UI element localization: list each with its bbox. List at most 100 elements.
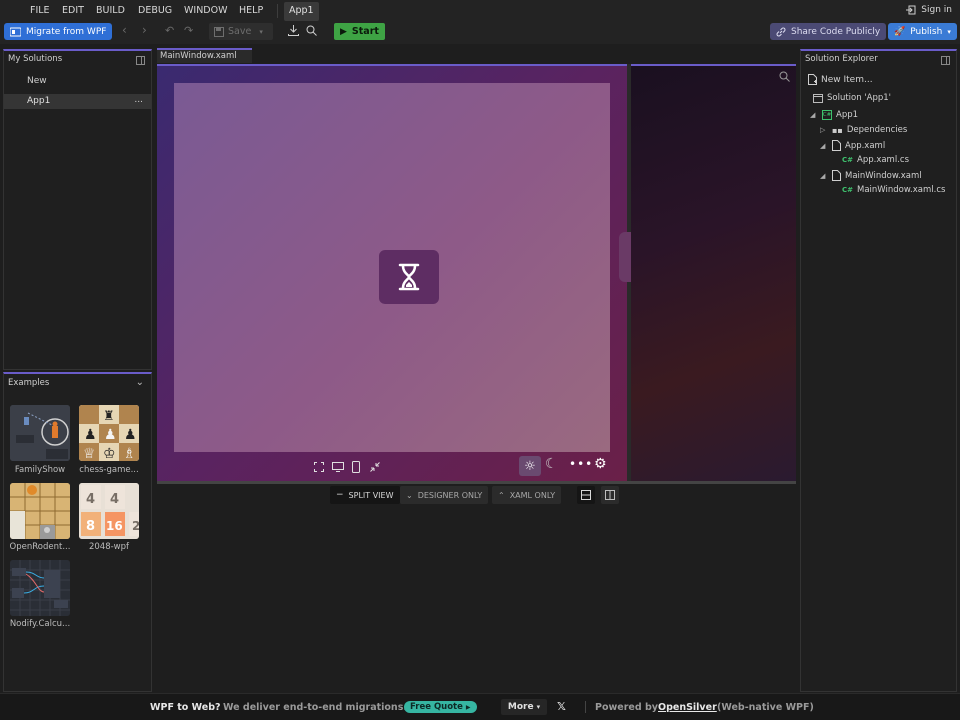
- examples-title: Examples: [8, 378, 50, 388]
- free-quote-button[interactable]: Free Quote ▶: [404, 701, 477, 713]
- sun-icon: ☼: [524, 458, 536, 474]
- light-theme-button[interactable]: ☼: [519, 456, 541, 476]
- publish-button[interactable]: 🚀 Publish ▾: [888, 23, 957, 40]
- undo-icon[interactable]: ↶: [165, 24, 174, 37]
- horizontal-layout-button[interactable]: [577, 486, 595, 504]
- share-label: Share Code Publicly: [791, 26, 881, 37]
- tree-app-xaml-cs[interactable]: C# App.xaml.cs: [842, 155, 909, 165]
- search-icon[interactable]: [306, 25, 317, 36]
- sign-in-label: Sign in: [921, 5, 952, 15]
- example-label: chess-game...: [79, 465, 139, 475]
- share-code-button[interactable]: Share Code Publicly: [770, 23, 887, 40]
- tree-project[interactable]: ◢ C# App1: [810, 110, 858, 120]
- back-icon[interactable]: ‹: [122, 23, 127, 37]
- sign-in-button[interactable]: Sign in: [906, 5, 952, 15]
- publish-dropdown-icon: ▾: [947, 27, 951, 36]
- horizontal-splitter[interactable]: [157, 481, 796, 484]
- loading-indicator: [379, 250, 439, 304]
- xaml-only-button[interactable]: ⌃ XAML ONLY: [492, 486, 562, 504]
- chevron-down-icon: ▾: [536, 703, 541, 711]
- opensilver-link[interactable]: OpenSilver: [658, 702, 717, 713]
- example-thumb-familyshow[interactable]: [10, 405, 70, 461]
- more-button[interactable]: More ▾: [501, 699, 547, 715]
- forward-icon[interactable]: ›: [142, 23, 147, 37]
- link-icon: [776, 27, 786, 36]
- vertical-layout-button[interactable]: [601, 486, 619, 504]
- menu-edit[interactable]: EDIT: [62, 5, 84, 16]
- menu-debug[interactable]: DEBUG: [138, 5, 172, 16]
- example-thumb-nodify[interactable]: [10, 560, 70, 616]
- solution-explorer-title: Solution Explorer: [805, 54, 878, 64]
- svg-text:4: 4: [86, 492, 95, 507]
- menu-help[interactable]: HELP: [239, 5, 263, 16]
- moon-icon[interactable]: ☾: [545, 456, 558, 472]
- example-label: Nodify.Calcu...: [9, 619, 71, 629]
- new-item-label: New Item...: [821, 74, 873, 85]
- new-item-button[interactable]: New Item...: [808, 74, 873, 85]
- solution-item[interactable]: App1 ...: [4, 94, 151, 109]
- splitter-handle[interactable]: [619, 232, 631, 282]
- solution-more-button[interactable]: ...: [134, 95, 143, 105]
- dependencies-icon: ▪▪: [832, 125, 843, 135]
- x-social-link[interactable]: 𝕏: [557, 700, 566, 713]
- svg-text:♜: ♜: [103, 409, 115, 424]
- example-label: 2048-wpf: [88, 542, 130, 552]
- save-dropdown-icon[interactable]: ▾: [259, 28, 263, 36]
- menu-window[interactable]: WINDOW: [184, 5, 228, 16]
- svg-text:8: 8: [86, 519, 95, 534]
- new-solution-button[interactable]: New: [27, 76, 47, 86]
- example-label: FamilyShow: [14, 465, 66, 475]
- chevron-down-icon[interactable]: ⌄: [136, 377, 144, 388]
- designer-only-button[interactable]: ⌄ DESIGNER ONLY: [400, 486, 489, 504]
- save-button[interactable]: Save ▾: [209, 23, 273, 40]
- svg-text:♔: ♔: [103, 446, 116, 461]
- powered-by-prefix: Powered by: [595, 702, 658, 713]
- play-icon: ▶: [340, 26, 347, 37]
- tree-app-xaml[interactable]: ◢ App.xaml: [820, 140, 885, 151]
- panel-collapse-icon[interactable]: [136, 56, 145, 65]
- panel-collapse-icon[interactable]: [941, 56, 950, 65]
- tree-mainwindow-xaml-cs[interactable]: C# MainWindow.xaml.cs: [842, 185, 945, 195]
- powered-by-suffix: (Web-native WPF): [717, 702, 814, 713]
- desktop-icon[interactable]: [332, 462, 344, 472]
- game-2048-preview-icon: 4 4 8 16 2: [79, 483, 139, 539]
- mobile-icon[interactable]: [352, 461, 360, 473]
- gear-icon[interactable]: ⚙: [594, 456, 607, 472]
- chess-preview-icon: ♟ ♟ ♟ ♕ ♔ ♗ ♜: [79, 405, 139, 461]
- designer-canvas[interactable]: ☼ ☾ ••• ⚙: [157, 64, 627, 481]
- start-label: Start: [351, 26, 379, 37]
- example-thumb-chess[interactable]: ♟ ♟ ♟ ♕ ♔ ♗ ♜: [79, 405, 139, 461]
- design-surface[interactable]: [174, 83, 610, 452]
- free-quote-label: Free Quote: [410, 702, 463, 712]
- redo-icon[interactable]: ↷: [184, 24, 193, 37]
- migrate-from-wpf-button[interactable]: Migrate from WPF: [4, 23, 113, 40]
- example-thumb-openrodent[interactable]: [10, 483, 70, 539]
- menu-file[interactable]: FILE: [30, 5, 50, 16]
- openrodent-preview-icon: [10, 483, 70, 539]
- tree-dependencies[interactable]: ▷ ▪▪ Dependencies: [820, 125, 907, 135]
- new-file-icon: [808, 74, 817, 85]
- example-label: OpenRodent...: [9, 542, 71, 552]
- tree-mainwindow-xaml[interactable]: ◢ MainWindow.xaml: [820, 170, 922, 181]
- more-options-icon[interactable]: •••: [569, 457, 593, 471]
- start-button[interactable]: ▶ Start: [334, 23, 385, 40]
- solution-item-label: App1: [27, 96, 51, 106]
- search-icon[interactable]: [779, 71, 790, 82]
- svg-text:♟: ♟: [124, 427, 137, 443]
- download-icon[interactable]: [288, 25, 299, 36]
- caret-expanded-icon: ◢: [820, 141, 826, 150]
- split-view-button[interactable]: − SPLIT VIEW: [330, 486, 400, 504]
- menu-build[interactable]: BUILD: [96, 5, 125, 16]
- document-tab-mainwindow[interactable]: MainWindow.xaml: [157, 48, 252, 63]
- save-icon: [214, 26, 224, 37]
- app-tab[interactable]: App1: [284, 2, 319, 21]
- nodify-preview-icon: [10, 560, 70, 616]
- fullscreen-icon[interactable]: [314, 462, 324, 472]
- xaml-editor-pane[interactable]: [631, 64, 796, 481]
- example-thumb-2048[interactable]: 4 4 8 16 2: [79, 483, 139, 539]
- rocket-icon: 🚀: [894, 26, 906, 37]
- shrink-icon[interactable]: [370, 462, 380, 472]
- solution-explorer-panel: Solution Explorer New Item... Solution '…: [800, 49, 957, 692]
- tree-solution[interactable]: Solution 'App1': [813, 93, 891, 103]
- solution-icon: [813, 93, 823, 103]
